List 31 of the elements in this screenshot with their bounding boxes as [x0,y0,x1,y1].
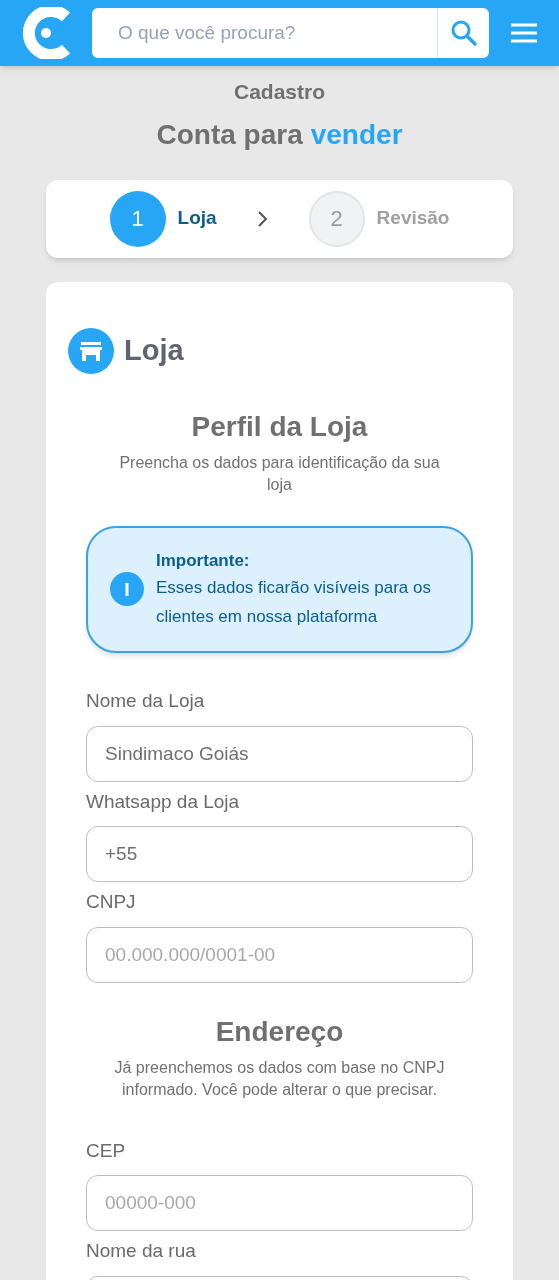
field-label: Nome da rua [86,1239,197,1263]
chevron-right-icon [256,209,269,228]
field-label: Whatsapp da Loja [86,789,241,814]
input-field[interactable]: Sindimaco Goiás [86,725,473,782]
input-field[interactable]: +55 [86,826,473,882]
field-label: CEP [86,1138,127,1163]
store-icon [68,327,114,374]
search-button[interactable] [437,8,489,58]
step-label[interactable]: Loja [177,204,217,233]
step-number[interactable]: 2 [308,190,365,247]
group-title: Perfil da Loja [190,409,369,444]
input-field[interactable]: 00000-000 [86,1175,473,1231]
info-icon [110,572,144,607]
search-field[interactable]: O que você procura? [92,8,437,58]
group-subtitle: Já preenchemos os dados com base no CNPJ informado. Você pode alterar o que precisar. [113,1057,446,1100]
group-subtitle: Preencha os dados para identificação da sua loja [118,452,441,495]
field-label: Nome da Loja [86,689,206,713]
section-title: Loja [124,332,184,368]
notice-title: Importante: [156,549,251,572]
menu-icon[interactable] [511,23,537,43]
field-label: CNPJ [86,890,137,914]
page-title-highlight: vender [310,117,403,152]
search-icon [449,19,478,47]
step-number[interactable]: 1 [109,190,166,247]
page-overline: Cadastro [234,79,325,105]
group-title: Endereço [214,1014,345,1049]
logo-icon[interactable] [22,7,70,59]
notice-text: Esses dados ficarão visíveis para os clientes em nossa plataforma [156,577,432,628]
page-title: Conta para [156,117,303,152]
input-field[interactable]: 00.000.000/0001-00 [86,926,473,983]
step-label[interactable]: Revisão [376,204,450,233]
